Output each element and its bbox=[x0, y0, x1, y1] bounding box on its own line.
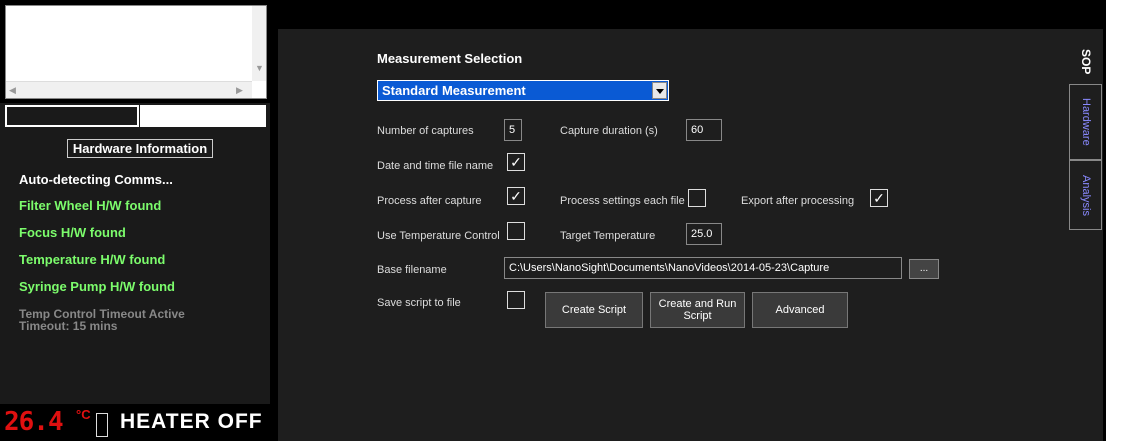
tab-sop[interactable]: SOP bbox=[1069, 40, 1102, 84]
status-line-focus: Focus H/W found bbox=[19, 225, 126, 240]
tab-analysis[interactable]: Analysis bbox=[1069, 160, 1102, 230]
process-after-capture-checkbox[interactable]: ✓ bbox=[507, 187, 525, 205]
temperature-display: 26.4 bbox=[4, 407, 64, 437]
timeout-duration-text: Timeout: 15 mins bbox=[19, 319, 118, 333]
status-line-filter-wheel: Filter Wheel H/W found bbox=[19, 198, 162, 213]
use-temperature-control-label: Use Temperature Control bbox=[377, 230, 500, 242]
status-box bbox=[5, 105, 139, 127]
status-line-autodetect: Auto-detecting Comms... bbox=[19, 172, 173, 187]
create-script-button[interactable]: Create Script bbox=[545, 292, 643, 328]
measurement-selection-title: Measurement Selection bbox=[377, 51, 523, 66]
process-settings-each-file-checkbox[interactable] bbox=[688, 189, 706, 207]
export-after-processing-checkbox[interactable]: ✓ bbox=[870, 189, 888, 207]
use-temperature-control-checkbox[interactable] bbox=[507, 222, 525, 240]
capture-duration-input[interactable]: 60 bbox=[686, 119, 722, 141]
date-time-filename-checkbox[interactable]: ✓ bbox=[507, 153, 525, 171]
scroll-right-arrow-icon[interactable]: ▶ bbox=[236, 82, 243, 99]
base-filename-label: Base filename bbox=[377, 264, 447, 276]
scroll-down-arrow-icon[interactable]: ▼ bbox=[255, 60, 264, 77]
number-of-captures-label: Number of captures bbox=[377, 125, 474, 137]
temperature-unit: °C bbox=[76, 407, 91, 422]
measurement-type-select[interactable]: Standard Measurement bbox=[377, 80, 669, 101]
export-after-processing-label: Export after processing bbox=[741, 195, 855, 207]
scroll-left-arrow-icon[interactable]: ◀ bbox=[9, 82, 16, 99]
right-edge bbox=[1103, 0, 1123, 441]
number-of-captures-input[interactable]: 5 bbox=[504, 119, 522, 141]
target-temperature-input[interactable]: 25.0 bbox=[686, 223, 722, 245]
browse-button[interactable]: ... bbox=[909, 259, 939, 279]
vertical-scrollbar[interactable]: ▼ bbox=[252, 6, 266, 81]
blank-digit-icon bbox=[96, 413, 108, 437]
save-script-label: Save script to file bbox=[377, 297, 461, 309]
status-field bbox=[140, 105, 266, 127]
panel-divider bbox=[270, 0, 278, 441]
base-filename-input[interactable]: C:\Users\NanoSight\Documents\NanoVideos\… bbox=[504, 257, 902, 279]
save-script-checkbox[interactable] bbox=[507, 291, 525, 309]
chevron-down-icon[interactable] bbox=[652, 82, 667, 99]
hardware-info-title: Hardware Information bbox=[67, 139, 213, 158]
right-edge-border bbox=[1103, 0, 1106, 441]
create-and-run-script-button[interactable]: Create and Run Script bbox=[650, 292, 745, 328]
measurement-type-value: Standard Measurement bbox=[382, 83, 526, 98]
target-temperature-label: Target Temperature bbox=[560, 230, 656, 242]
heater-status: HEATER OFF bbox=[120, 410, 263, 433]
main-top-bar bbox=[278, 7, 1104, 29]
horizontal-scrollbar[interactable]: ◀ ▶ bbox=[6, 81, 252, 98]
status-line-temperature: Temperature H/W found bbox=[19, 252, 166, 267]
capture-duration-label: Capture duration (s) bbox=[560, 125, 658, 137]
process-settings-each-file-label: Process settings each file bbox=[560, 195, 685, 207]
status-line-syringe: Syringe Pump H/W found bbox=[19, 279, 175, 294]
advanced-button[interactable]: Advanced bbox=[752, 292, 848, 328]
process-after-capture-label: Process after capture bbox=[377, 195, 482, 207]
date-time-filename-label: Date and time file name bbox=[377, 160, 494, 172]
tab-hardware[interactable]: Hardware bbox=[1069, 84, 1102, 160]
